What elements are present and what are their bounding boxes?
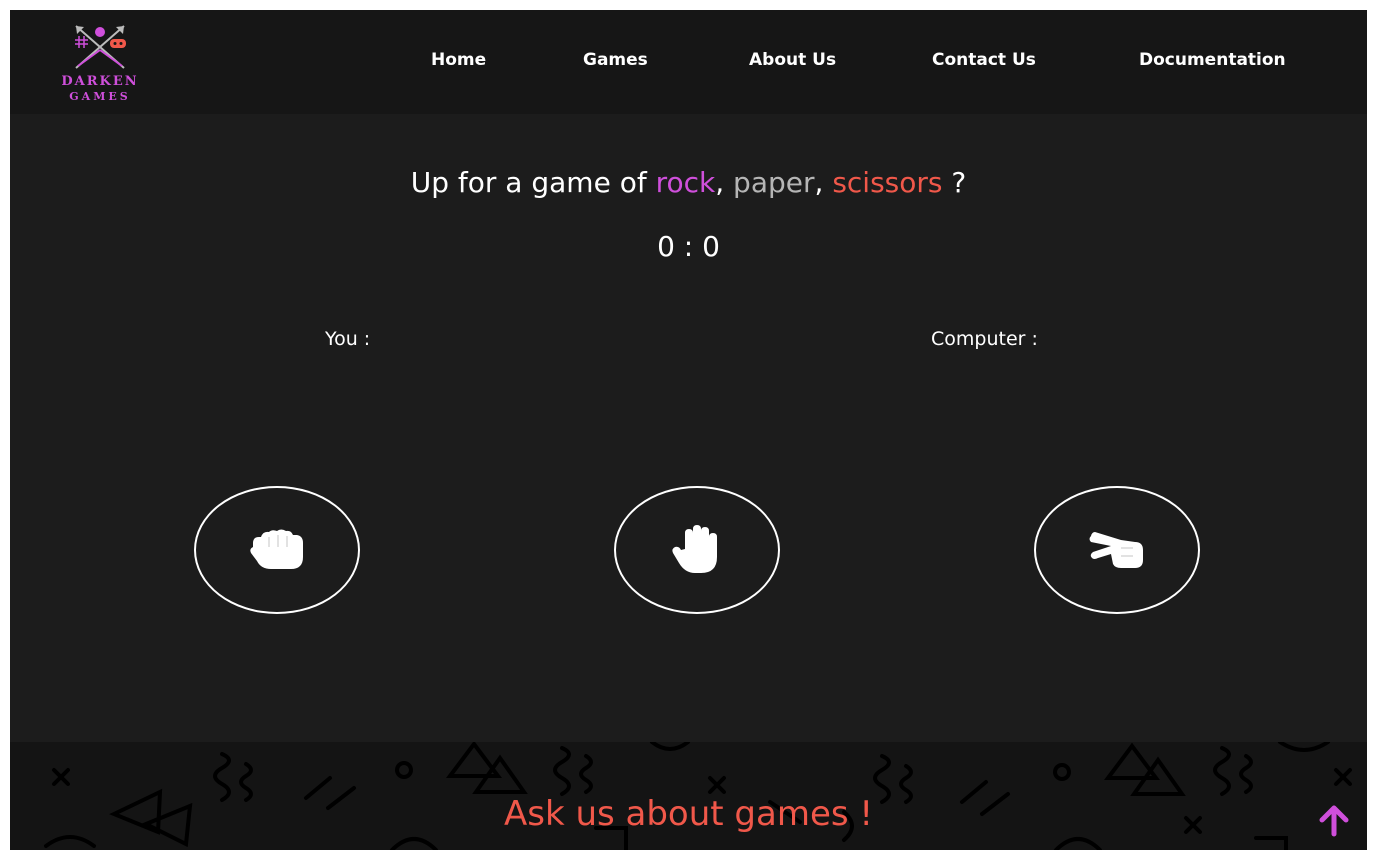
footer-cta-text: Ask us about games ! — [503, 794, 874, 834]
hand-scissors-icon — [1089, 532, 1143, 568]
hand-rock-icon — [250, 529, 303, 569]
headline-suffix: ? — [942, 166, 967, 199]
logo-crossed-arrows-icon — [75, 25, 126, 69]
scroll-to-top-button[interactable] — [1316, 802, 1352, 838]
headline-paper: paper — [733, 166, 815, 199]
nav-games[interactable]: Games — [583, 50, 648, 70]
you-label: You : — [325, 328, 371, 350]
score-display: 0 : 0 — [657, 230, 720, 263]
nav-contact-us[interactable]: Contact Us — [932, 50, 1036, 70]
site-footer: Ask us about games ! — [10, 742, 1367, 850]
nav-documentation[interactable]: Documentation — [1139, 50, 1286, 70]
headline-separator-1: , — [715, 166, 734, 199]
paper-button[interactable] — [614, 486, 780, 614]
nav-home[interactable]: Home — [431, 50, 486, 70]
arrow-up-icon — [1319, 805, 1349, 837]
site-logo[interactable]: DARKEN GAMES — [50, 22, 150, 106]
headline-scissors: scissors — [832, 166, 943, 199]
game-headline: Up for a game of rock, paper, scissors ? — [10, 166, 1367, 199]
nav-about-us[interactable]: About Us — [749, 50, 836, 70]
headline-separator-2: , — [814, 166, 833, 199]
site-header: DARKEN GAMES Home Games About Us Contact… — [10, 10, 1367, 114]
logo-text-games: GAMES — [69, 90, 131, 103]
hand-paper-icon — [672, 525, 717, 573]
logo-text-darken: DARKEN — [61, 74, 139, 89]
computer-label: Computer : — [931, 328, 1038, 350]
rock-button[interactable] — [194, 486, 360, 614]
scissors-button[interactable] — [1034, 486, 1200, 614]
headline-rock: rock — [655, 166, 716, 199]
headline-prefix: Up for a game of — [410, 166, 656, 199]
app-frame: DARKEN GAMES Home Games About Us Contact… — [10, 10, 1367, 850]
